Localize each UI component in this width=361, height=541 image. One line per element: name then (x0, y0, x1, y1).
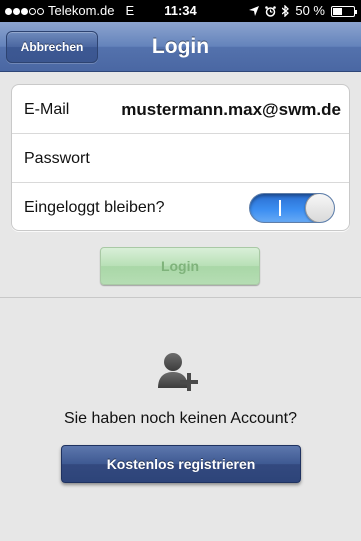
email-field[interactable]: mustermann.max@swm.de (121, 85, 341, 134)
password-field[interactable] (122, 144, 340, 173)
bluetooth-icon (282, 5, 290, 17)
page-title: Login (151, 35, 210, 58)
password-row[interactable]: Passwort (12, 134, 349, 183)
status-bar: Telekom.de E 11:34 50 % (0, 0, 361, 22)
section-divider (0, 297, 361, 298)
login-button[interactable]: Login (100, 247, 260, 285)
battery-fill (333, 7, 342, 15)
email-row[interactable]: E-Mail mustermann.max@swm.de (12, 85, 349, 134)
battery-icon (331, 5, 357, 17)
toggle-knob[interactable] (305, 194, 334, 222)
remember-label: Eingeloggt bleiben? (24, 199, 165, 216)
status-bar-right: 50 % (249, 0, 357, 22)
no-account-prompt: Sie haben noch keinen Account? (63, 410, 298, 427)
alarm-clock-icon (265, 5, 277, 17)
toggle-on-icon (279, 200, 281, 216)
battery-percent: 50 % (295, 3, 325, 18)
navigation-bar: Abbrechen Login (0, 22, 361, 72)
location-arrow-icon (249, 6, 260, 16)
add-user-icon (158, 353, 198, 391)
remember-toggle[interactable] (249, 193, 335, 223)
login-form: E-Mail mustermann.max@swm.de Passwort Ei… (11, 84, 350, 231)
remember-row: Eingeloggt bleiben? (12, 183, 349, 232)
register-button[interactable]: Kostenlos registrieren (61, 445, 301, 483)
password-label: Passwort (24, 150, 90, 167)
email-label: E-Mail (24, 101, 70, 118)
